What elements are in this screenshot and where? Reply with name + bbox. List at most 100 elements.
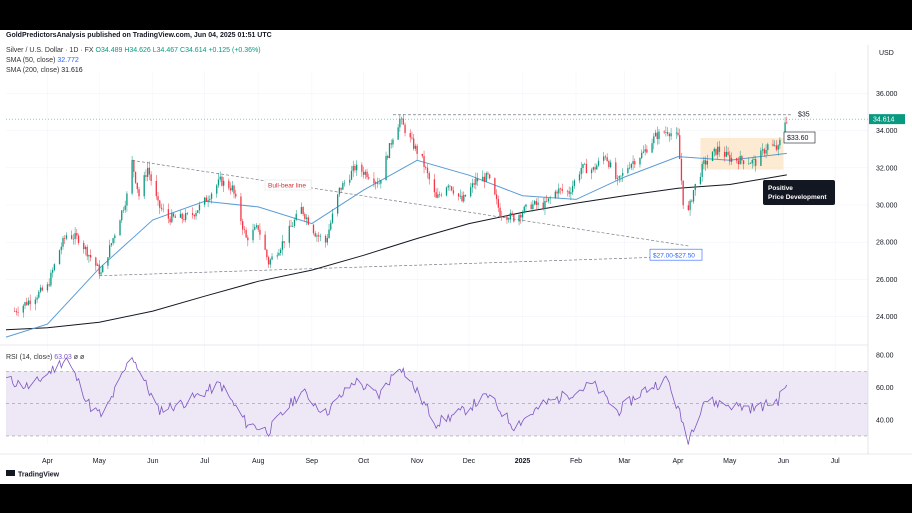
time-tick-label: Jul	[831, 458, 840, 465]
candle-body	[665, 132, 667, 133]
candle-body	[267, 257, 270, 265]
candle-body	[654, 132, 657, 137]
candle-body	[651, 143, 653, 153]
candle-body	[518, 215, 520, 222]
candle-body	[295, 213, 297, 220]
candle-body	[388, 143, 391, 159]
price-tick-label: 24.000	[876, 314, 898, 321]
time-tick-label: Dec	[463, 458, 476, 465]
candle-body	[143, 175, 145, 197]
candle-body	[233, 185, 235, 194]
candle-body	[608, 161, 610, 168]
candle-body	[167, 209, 170, 219]
candle-body	[596, 165, 598, 170]
candle-body	[711, 151, 714, 162]
candle-body	[221, 176, 223, 186]
candle-body	[240, 196, 242, 222]
candle-body	[767, 144, 769, 151]
candle-body	[727, 151, 729, 155]
candle-body	[559, 188, 562, 190]
candle-body	[573, 180, 575, 186]
price-chart[interactable]: 36.000 34.000 32.000 30.000 28.000 26.000 24.0…	[0, 30, 912, 484]
candle-body	[108, 245, 111, 258]
candle-body	[235, 193, 237, 197]
candle-body	[437, 194, 439, 198]
candle-body	[183, 219, 185, 220]
candle-body	[501, 216, 503, 217]
candle-body	[378, 183, 380, 185]
candle-body	[247, 237, 249, 241]
candle-body	[475, 178, 477, 185]
candle-body	[364, 171, 366, 175]
candle-body	[556, 191, 558, 194]
candle-body	[628, 167, 631, 169]
candle-body	[205, 197, 208, 202]
candle-body	[319, 235, 322, 237]
candle-body	[440, 194, 442, 196]
candle-body	[533, 201, 536, 205]
candle-body	[774, 145, 776, 146]
candle-body	[739, 156, 741, 165]
candle-body	[174, 216, 176, 218]
candle-body	[742, 160, 745, 165]
candle-body	[679, 135, 681, 160]
candle-body	[380, 180, 382, 184]
candle-body	[554, 191, 556, 198]
rsi-tick-label: 80.00	[876, 353, 894, 360]
candle-body	[387, 155, 389, 159]
candle-body	[169, 218, 171, 223]
time-tick-label: Mar	[618, 458, 631, 465]
candle-body	[630, 164, 632, 168]
candle-body	[352, 165, 354, 171]
candle-body	[604, 156, 607, 158]
candle-body	[485, 173, 487, 182]
time-tick-label: Jul	[200, 458, 209, 465]
candle-body	[400, 118, 403, 120]
candle-body	[366, 171, 368, 178]
candle-body	[622, 173, 624, 176]
candle-body	[376, 182, 379, 184]
candle-body	[737, 160, 740, 165]
candle-body	[755, 159, 757, 166]
candle-body	[597, 160, 600, 166]
candle-body	[511, 212, 513, 215]
candle-body	[713, 148, 715, 152]
candle-body	[46, 284, 49, 291]
candle-body	[29, 300, 31, 305]
candle-body	[525, 204, 527, 207]
candle-body	[495, 194, 498, 200]
candle-body	[421, 153, 423, 157]
candle-body	[483, 176, 486, 182]
candle-body	[145, 175, 147, 177]
candle-body	[330, 222, 332, 230]
tradingview-logo[interactable]: TradingView	[6, 470, 60, 479]
candle-body	[471, 183, 474, 188]
candle-body	[89, 255, 92, 258]
candle-body	[409, 133, 411, 138]
candle-body	[438, 194, 441, 195]
candle-body	[86, 246, 88, 257]
candle-body	[331, 213, 334, 223]
candle-body	[138, 189, 140, 197]
candle-body	[88, 255, 90, 257]
candle-body	[150, 174, 152, 181]
candle-body	[293, 219, 296, 227]
candle-body	[561, 188, 563, 191]
candle-body	[146, 167, 149, 177]
candle-body	[749, 163, 752, 164]
candle-body	[618, 176, 620, 179]
candle-body	[691, 200, 693, 202]
candle-body	[361, 164, 363, 172]
candle-body	[39, 287, 42, 292]
candle-body	[119, 220, 121, 236]
candle-body	[499, 207, 501, 217]
candle-body	[476, 178, 479, 182]
candle-body	[509, 212, 512, 220]
candle-body	[252, 229, 254, 241]
candle-body	[136, 182, 138, 190]
candle-body	[670, 133, 672, 137]
candle-body	[242, 221, 244, 230]
candle-body	[53, 264, 56, 270]
candle-body	[155, 180, 157, 197]
candle-body	[217, 179, 220, 186]
